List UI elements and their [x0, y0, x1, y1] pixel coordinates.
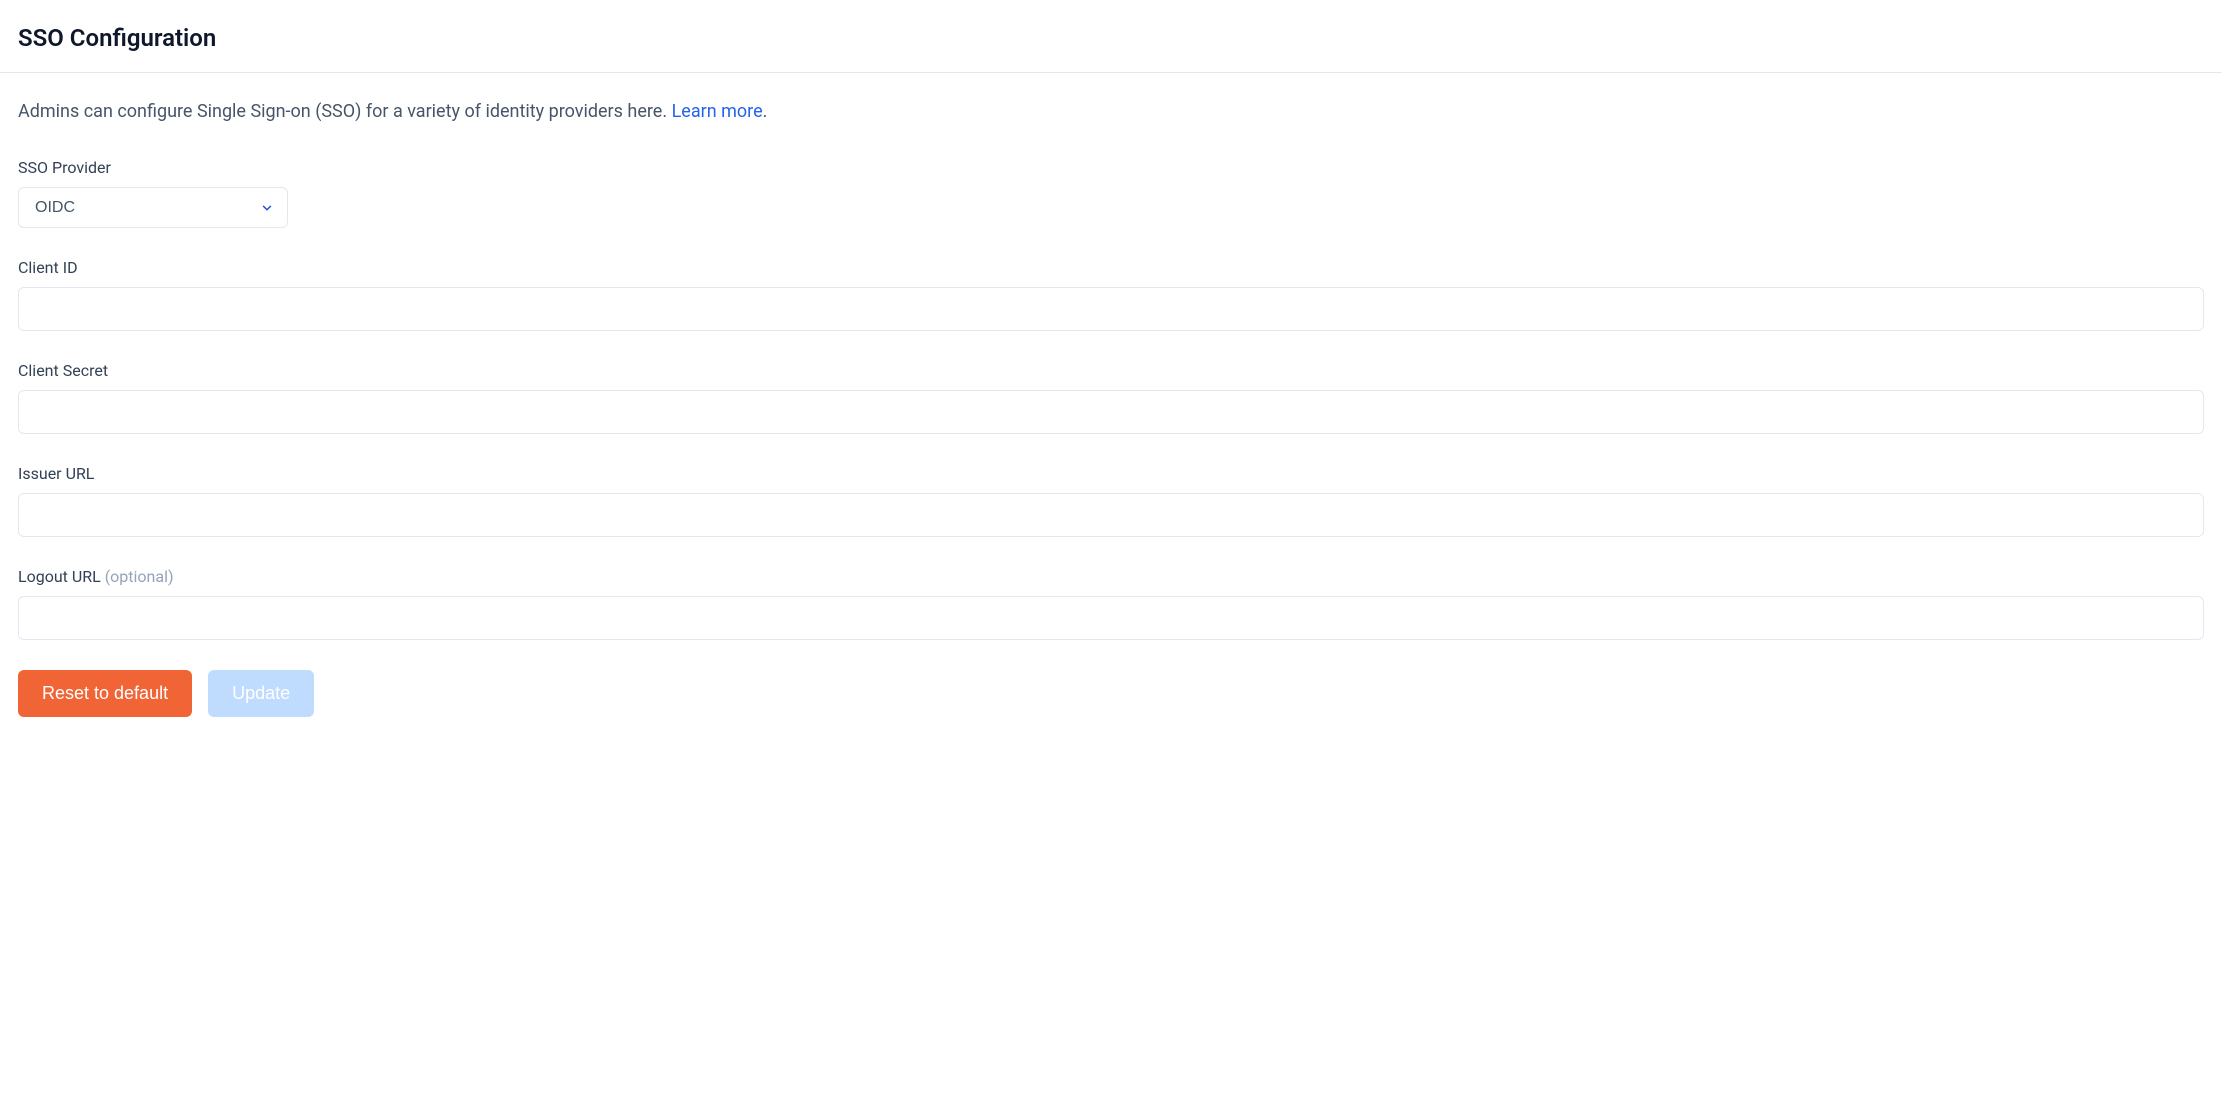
logout-url-label-text: Logout URL — [18, 567, 105, 586]
client-secret-input[interactable] — [18, 390, 2204, 434]
description-text: Admins can configure Single Sign-on (SSO… — [18, 101, 2204, 122]
reset-to-default-button[interactable]: Reset to default — [18, 670, 192, 717]
update-button[interactable]: Update — [208, 670, 314, 717]
client-secret-group: Client Secret — [18, 361, 2204, 434]
page-header: SSO Configuration — [0, 0, 2222, 73]
client-id-input[interactable] — [18, 287, 2204, 331]
issuer-url-group: Issuer URL — [18, 464, 2204, 537]
logout-url-group: Logout URL (optional) — [18, 567, 2204, 640]
sso-provider-group: SSO Provider OIDC — [18, 158, 2204, 228]
description-suffix: . — [763, 101, 768, 122]
client-id-label: Client ID — [18, 258, 2204, 277]
button-row: Reset to default Update — [18, 670, 2204, 717]
sso-provider-select[interactable]: OIDC — [18, 187, 288, 228]
page-title: SSO Configuration — [18, 24, 2204, 52]
client-secret-label: Client Secret — [18, 361, 2204, 380]
issuer-url-input[interactable] — [18, 493, 2204, 537]
logout-url-input[interactable] — [18, 596, 2204, 640]
sso-provider-label: SSO Provider — [18, 158, 2204, 177]
sso-provider-select-wrapper: OIDC — [18, 187, 288, 228]
page-content: Admins can configure Single Sign-on (SSO… — [0, 73, 2222, 745]
learn-more-link[interactable]: Learn more — [672, 101, 763, 122]
logout-url-optional-text: (optional) — [105, 567, 174, 586]
logout-url-label: Logout URL (optional) — [18, 567, 2204, 586]
client-id-group: Client ID — [18, 258, 2204, 331]
description-prefix: Admins can configure Single Sign-on (SSO… — [18, 101, 672, 122]
issuer-url-label: Issuer URL — [18, 464, 2204, 483]
